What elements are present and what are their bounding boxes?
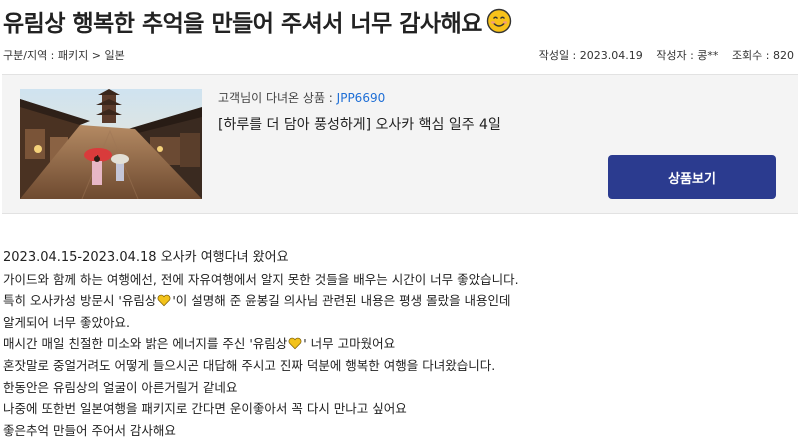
body-line: 가이드와 함께 하는 여행에선, 전에 자유여행에서 알지 못한 것들을 배우는… <box>3 271 519 287</box>
view-product-button[interactable]: 상품보기 <box>608 155 776 199</box>
post-title-text: 유림상 행복한 추억을 만들어 주셔서 너무 감사해요 <box>3 11 482 37</box>
post-views: 조회수 : 820 <box>731 49 794 62</box>
post-meta: 구분/지역 : 패키지 > 일본 작성일 : 2023.04.19 작성자 : … <box>0 44 800 64</box>
body-line: 한동안은 유림상의 얼굴이 아른거릴거 같네요 <box>3 379 238 395</box>
body-line-part: ' 너무 고마웠어요 <box>303 336 396 352</box>
body-line: 나중에 또한번 일본여행을 패키지로 간다면 운이좋아서 꼭 다시 만나고 싶어… <box>3 401 407 417</box>
post-info: 작성일 : 2023.04.19 작성자 : 콩** 조회수 : 820 <box>529 47 794 63</box>
post-body: 2023.04.15-2023.04.18 오사카 여행다녀 왔어요 가이드와 … <box>3 247 793 441</box>
smiling-face-icon <box>486 8 512 34</box>
yellow-heart-icon <box>157 294 171 307</box>
body-line: 매시간 매일 친절한 미소와 밝은 에너지를 주신 '유림상 ' 너무 고마웠어요 <box>3 333 793 355</box>
body-line-part: '이 설명해 준 윤봉길 의사님 관련된 내용은 평생 몰랐을 내용인데 <box>172 293 511 309</box>
product-info: 고객님이 다녀온 상품 : JPP6690 [하루를 더 담아 풍성하게] 오사… <box>218 89 501 134</box>
product-card: 고객님이 다녀온 상품 : JPP6690 [하루를 더 담아 풍성하게] 오사… <box>2 74 798 214</box>
product-label: 고객님이 다녀온 상품 : JPP6690 <box>218 89 501 106</box>
body-line: 알게되어 너무 좋았아요. <box>3 314 130 330</box>
body-line: 좋은추억 만들어 주어서 감사해요 <box>3 422 176 438</box>
product-thumbnail-image <box>20 89 202 199</box>
body-line-part: 매시간 매일 친절한 미소와 밝은 에너지를 주신 '유림상 <box>3 336 288 352</box>
body-line-part: 특히 오사카성 방문시 '유림상 <box>3 293 157 309</box>
product-code-link[interactable]: JPP6690 <box>337 91 386 105</box>
post-author: 작성자 : 콩** <box>656 49 719 62</box>
product-label-text: 고객님이 다녀온 상품 : <box>218 91 337 105</box>
product-name[interactable]: [하루를 더 담아 풍성하게] 오사카 핵심 일주 4일 <box>218 114 501 134</box>
category-breadcrumb: 구분/지역 : 패키지 > 일본 <box>3 49 125 62</box>
body-line: 2023.04.15-2023.04.18 오사카 여행다녀 왔어요 <box>3 250 289 265</box>
body-line: 혼잣말로 중얼거려도 어떻게 들으시곤 대답해 주시고 진짜 덕분에 행복한 여… <box>3 357 496 373</box>
product-thumbnail[interactable] <box>20 89 202 199</box>
yellow-heart-icon <box>288 338 302 350</box>
post-title: 유림상 행복한 추억을 만들어 주셔서 너무 감사해요 <box>3 4 512 38</box>
post-date: 작성일 : 2023.04.19 <box>538 49 643 62</box>
body-line: 특히 오사카성 방문시 '유림상 '이 설명해 준 윤봉길 의사님 관련된 내용은… <box>3 290 793 312</box>
